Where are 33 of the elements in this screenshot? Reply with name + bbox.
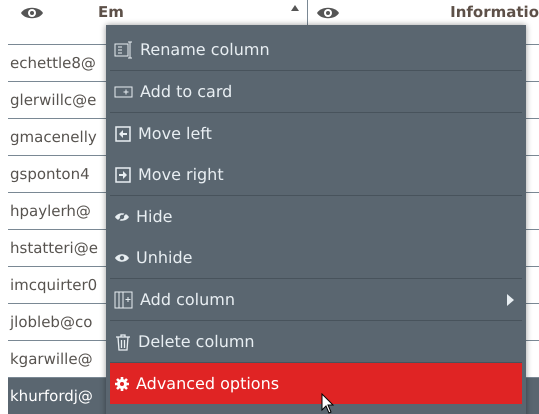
table-cell-text: khurfordj@ <box>9 387 93 405</box>
menu-item[interactable]: Hide <box>110 196 522 237</box>
column-header[interactable]: Informatio <box>450 3 539 21</box>
table-cell-text: glerwillc@e <box>9 91 96 109</box>
menu-item[interactable]: Unhide <box>110 237 522 279</box>
menu-item[interactable]: Move left <box>110 113 522 154</box>
submenu-arrow-icon <box>507 294 514 306</box>
sort-up-icon[interactable] <box>291 5 299 11</box>
table-cell-text: kgarwille@ <box>9 350 93 368</box>
add-column-icon <box>114 290 134 308</box>
table-cell-text: gsponton4 <box>9 165 90 183</box>
menu-item[interactable]: Add column <box>110 279 522 321</box>
rename-icon <box>114 40 134 58</box>
menu-item[interactable]: Add to card <box>110 71 522 113</box>
column-header[interactable]: Em <box>98 3 124 21</box>
gear-icon <box>114 376 130 392</box>
mouse-pointer-icon <box>321 393 335 414</box>
menu-item[interactable]: Advanced options <box>110 363 522 404</box>
eye-icon <box>114 252 130 264</box>
menu-item[interactable]: Rename column <box>110 29 522 71</box>
eye-icon[interactable] <box>20 5 44 21</box>
table-cell-text: echettle8@ <box>9 54 96 72</box>
table-cell-text: imcquirter0 <box>9 276 98 294</box>
table-cell-text: hstatteri@e <box>9 239 98 257</box>
table-cell-text: hpaylerh@ <box>9 202 91 220</box>
arrow-left-box-icon <box>114 124 132 142</box>
menu-item[interactable]: Move right <box>110 154 522 196</box>
table-cell-text: gmacenelly <box>9 128 97 146</box>
eye-icon[interactable] <box>316 5 340 21</box>
arrow-right-box-icon <box>114 166 132 184</box>
eye-slash-icon <box>114 210 130 222</box>
table-cell-text: jlobleb@co <box>8 313 92 331</box>
trash-icon <box>114 332 132 350</box>
